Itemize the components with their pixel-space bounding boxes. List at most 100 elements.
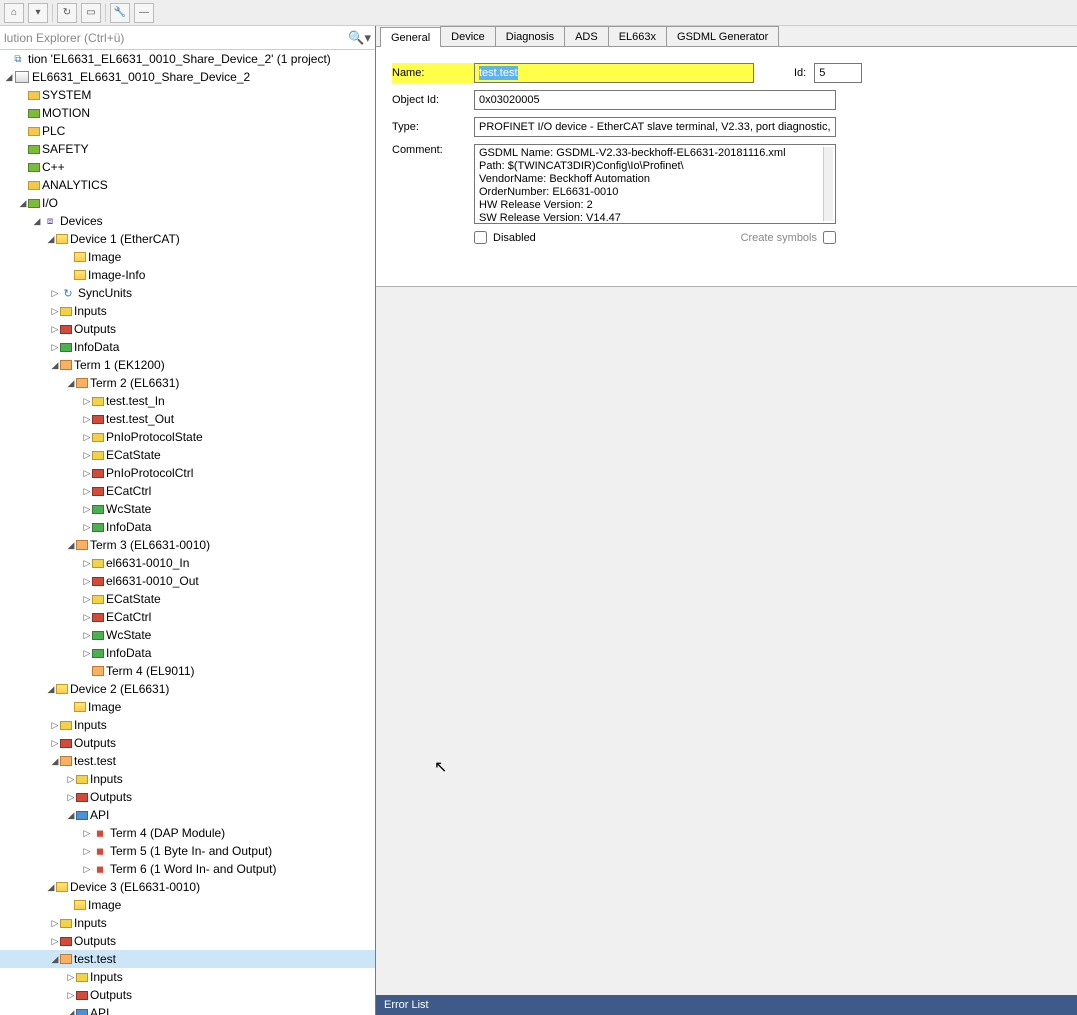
tree-item-testtest[interactable]: test.test (0, 752, 375, 770)
tree-item-infodata[interactable]: InfoData (0, 644, 375, 662)
tree-item-ecatstate[interactable]: ECatState (0, 446, 375, 464)
expand-glyph[interactable] (82, 558, 92, 569)
expand-glyph[interactable] (50, 306, 60, 317)
expand-glyph[interactable] (50, 936, 60, 947)
toolbar-btn-wrench[interactable]: 🔧 (110, 3, 130, 23)
expand-glyph[interactable] (66, 1008, 76, 1015)
expand-glyph[interactable] (82, 486, 92, 497)
toolbar-btn-3[interactable]: ↻ (57, 3, 77, 23)
tab-device[interactable]: Device (440, 26, 496, 46)
tree-item-term4[interactable]: Term 4 (EL9011) (0, 662, 375, 680)
tab-el663x[interactable]: EL663x (608, 26, 667, 46)
expand-glyph[interactable] (82, 594, 92, 605)
expand-glyph[interactable] (82, 630, 92, 641)
expand-glyph[interactable] (50, 756, 60, 767)
disabled-check-input[interactable] (474, 231, 487, 244)
id-input[interactable] (814, 63, 862, 83)
tree-item-dev1[interactable]: Device 1 (EtherCAT) (0, 230, 375, 248)
expand-glyph[interactable] (66, 990, 76, 1001)
expand-glyph[interactable] (50, 342, 60, 353)
expand-glyph[interactable] (66, 792, 76, 803)
expand-glyph[interactable] (82, 576, 92, 587)
tree-item-term3[interactable]: Term 3 (EL6631-0010) (0, 536, 375, 554)
tree-item-outputs[interactable]: Outputs (0, 320, 375, 338)
tree-item-safety[interactable]: SAFETY (0, 140, 375, 158)
expand-glyph[interactable] (82, 846, 92, 857)
expand-glyph[interactable] (50, 720, 60, 731)
tree-item-project[interactable]: EL6631_EL6631_0010_Share_Device_2 (0, 68, 375, 86)
type-input[interactable] (474, 117, 836, 137)
tree-item-infodata[interactable]: InfoData (0, 338, 375, 356)
expand-glyph[interactable] (66, 972, 76, 983)
tree-item-ecatctrl[interactable]: ECatCtrl (0, 482, 375, 500)
tree-item-motion[interactable]: MOTION (0, 104, 375, 122)
tree-item-image[interactable]: Image (0, 896, 375, 914)
expand-glyph[interactable] (66, 774, 76, 785)
tree-item-dev3[interactable]: Device 3 (EL6631-0010) (0, 878, 375, 896)
tree-item-image[interactable]: Image (0, 698, 375, 716)
toolbar-btn-4[interactable]: ▭ (81, 3, 101, 23)
tab-general[interactable]: General (380, 27, 441, 47)
comment-box[interactable]: GSDML Name: GSDML-V2.33-beckhoff-EL6631-… (474, 144, 836, 224)
expand-glyph[interactable] (82, 864, 92, 875)
tree-item-t6[interactable]: ◼Term 6 (1 Word In- and Output) (0, 860, 375, 878)
tab-gsdml[interactable]: GSDML Generator (666, 26, 779, 46)
tree-item-system[interactable]: SYSTEM (0, 86, 375, 104)
tree-item-imageinfo[interactable]: Image-Info (0, 266, 375, 284)
tree-item-ecatctrl[interactable]: ECatCtrl (0, 608, 375, 626)
expand-glyph[interactable] (82, 450, 92, 461)
toolbar-btn-1[interactable]: ⌂ (4, 3, 24, 23)
expand-glyph[interactable] (82, 468, 92, 479)
tree-item-infodata[interactable]: InfoData (0, 518, 375, 536)
comment-scrollbar[interactable] (823, 147, 833, 221)
tree-item-inputs[interactable]: Inputs (0, 770, 375, 788)
expand-glyph[interactable] (50, 324, 60, 335)
expand-glyph[interactable] (50, 954, 60, 965)
tree-item-api[interactable]: API (0, 1004, 375, 1015)
expand-glyph[interactable] (82, 612, 92, 623)
tree-item-pnioctrl[interactable]: PnIoProtocolCtrl (0, 464, 375, 482)
expand-glyph[interactable] (66, 810, 76, 821)
expand-glyph[interactable] (50, 288, 60, 299)
objectid-input[interactable] (474, 90, 836, 110)
create-symbols-check-input[interactable] (823, 231, 836, 244)
tree-item-el10in[interactable]: el6631-0010_In (0, 554, 375, 572)
expand-glyph[interactable] (46, 684, 56, 695)
expand-glyph[interactable] (32, 216, 42, 227)
tab-diagnosis[interactable]: Diagnosis (495, 26, 565, 46)
expand-glyph[interactable] (18, 198, 28, 209)
tree-item-testtest[interactable]: test.test (0, 950, 375, 968)
expand-glyph[interactable] (82, 396, 92, 407)
expand-glyph[interactable] (82, 828, 92, 839)
tree-item-solution[interactable]: ⧉tion 'EL6631_EL6631_0010_Share_Device_2… (0, 50, 375, 68)
tree-item-outputs[interactable]: Outputs (0, 734, 375, 752)
tree-item-io[interactable]: I/O (0, 194, 375, 212)
expand-glyph[interactable] (4, 72, 14, 83)
tree-item-term1[interactable]: Term 1 (EK1200) (0, 356, 375, 374)
tab-ads[interactable]: ADS (564, 26, 609, 46)
expand-glyph[interactable] (66, 540, 76, 551)
disabled-checkbox[interactable]: Disabled (474, 231, 536, 244)
tree-item-devices[interactable]: ⧈Devices (0, 212, 375, 230)
tree-item-outputs[interactable]: Outputs (0, 932, 375, 950)
tree-item-inputs[interactable]: Inputs (0, 302, 375, 320)
expand-glyph[interactable] (82, 522, 92, 533)
create-symbols-checkbox[interactable]: Create symbols (741, 231, 836, 244)
tree-item-inputs[interactable]: Inputs (0, 716, 375, 734)
tree-item-outputs[interactable]: Outputs (0, 788, 375, 806)
tree-item-t5[interactable]: ◼Term 5 (1 Byte In- and Output) (0, 842, 375, 860)
tree-item-cpp[interactable]: C++ (0, 158, 375, 176)
tree-item-analytics[interactable]: ANALYTICS (0, 176, 375, 194)
tree-item-image[interactable]: Image (0, 248, 375, 266)
tree-item-ecatstate[interactable]: ECatState (0, 590, 375, 608)
expand-glyph[interactable] (82, 504, 92, 515)
tree-item-dev2[interactable]: Device 2 (EL6631) (0, 680, 375, 698)
expand-glyph[interactable] (50, 738, 60, 749)
expand-glyph[interactable] (82, 648, 92, 659)
tree-item-inputs[interactable]: Inputs (0, 968, 375, 986)
expand-glyph[interactable] (66, 378, 76, 389)
name-input[interactable]: test.test (474, 63, 754, 83)
tree-item-syncunits[interactable]: ↻SyncUnits (0, 284, 375, 302)
tree-item-api[interactable]: API (0, 806, 375, 824)
search-icon[interactable]: 🔍▾ (348, 30, 371, 46)
